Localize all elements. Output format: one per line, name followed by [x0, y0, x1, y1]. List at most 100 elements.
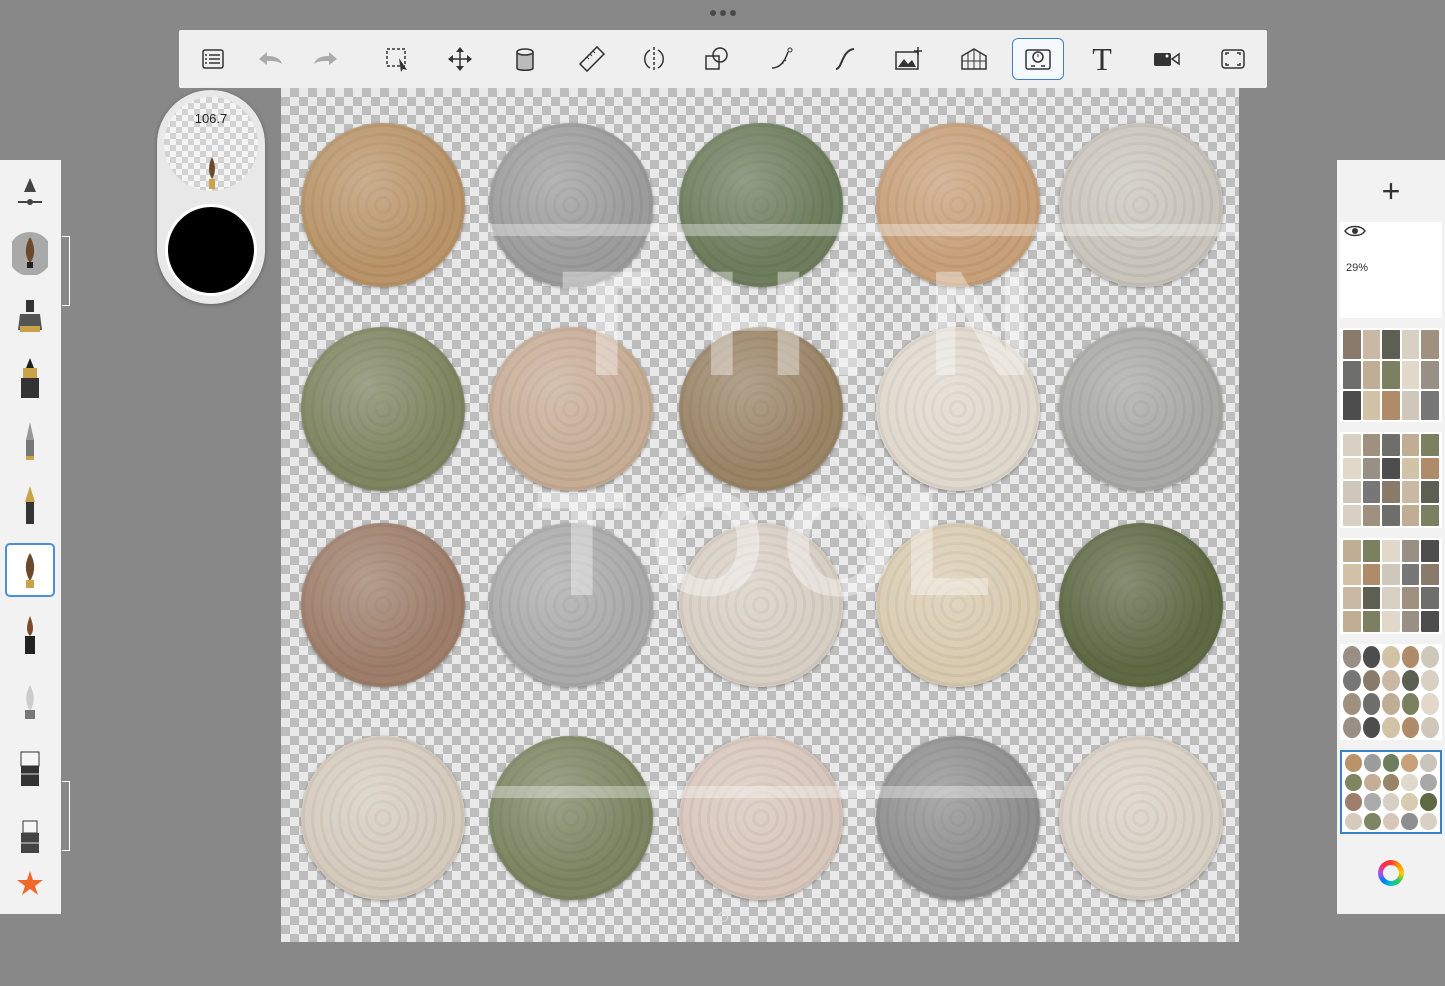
layer-thumb-cell [1382, 504, 1400, 526]
multitasking-dots[interactable] [706, 8, 740, 18]
rug-swatch [1059, 123, 1223, 287]
layer-thumb-cell [1343, 716, 1361, 738]
eye-icon[interactable] [1344, 224, 1366, 238]
layer-thumbnail[interactable] [1340, 644, 1442, 740]
layer-thumbnail[interactable] [1340, 432, 1442, 528]
page-indicator [718, 912, 728, 922]
layer-thumb-cell [1362, 610, 1381, 632]
rug-swatch [489, 736, 653, 900]
brush-puck[interactable]: 106.7 [157, 90, 265, 304]
layer-thumb-cell [1362, 457, 1381, 479]
layer-thumb-cell [1401, 330, 1420, 359]
layer-thumb-cell [1362, 587, 1381, 609]
text-icon[interactable]: T [1076, 38, 1128, 80]
layer-thumb-cell [1345, 754, 1362, 772]
layer-thumb-cell [1382, 793, 1400, 811]
layer-thumb-cell [1421, 391, 1439, 420]
layer-thumb-cell [1363, 773, 1381, 791]
symmetry-icon[interactable] [628, 38, 680, 80]
layer-thumbnail[interactable] [1340, 538, 1442, 634]
paintbrush-selected-icon[interactable] [5, 543, 55, 597]
curve-icon[interactable] [757, 38, 809, 80]
layer-thumb-cell [1421, 434, 1439, 456]
layer-thumb-cell [1401, 812, 1419, 830]
layer-thumb-cell [1362, 434, 1381, 456]
layer-thumb-cell [1401, 587, 1420, 609]
redo-icon[interactable] [300, 38, 352, 80]
layer-thumb-cell [1421, 360, 1439, 390]
layer-thumb-cell [1421, 504, 1439, 526]
layer-thumb-cell [1343, 330, 1361, 359]
layer-thumb-cell [1382, 391, 1400, 420]
top-toolbar: T [179, 30, 1267, 88]
eraser-tool-icon[interactable] [5, 740, 55, 794]
layer-thumb-cell [1420, 754, 1437, 772]
rug-swatch [1059, 327, 1223, 491]
eraser-alt-tool-icon[interactable] [5, 807, 55, 861]
layer-thumb-cell [1401, 504, 1420, 526]
layer-thumb-cell [1421, 457, 1439, 479]
layer-thumb-cell [1421, 481, 1439, 503]
brush-library-strip [0, 160, 61, 914]
smudge-tool-icon[interactable] [5, 673, 55, 727]
layer-thumb-cell [1362, 391, 1381, 420]
layer-thumb-cell [1362, 330, 1381, 359]
layer-thumb-cell [1362, 646, 1381, 668]
shapes-icon[interactable] [690, 38, 742, 80]
layer-panel: + 29% [1337, 160, 1445, 914]
layer-thumb-cell [1421, 330, 1439, 359]
layer-thumb-cell [1343, 434, 1361, 456]
layer-thumb-cell [1382, 773, 1400, 791]
layer-thumb-cell [1401, 669, 1420, 691]
color-wheel-icon[interactable] [1378, 860, 1404, 886]
watermark-letter: N [926, 239, 1035, 407]
transform-icon[interactable] [434, 38, 486, 80]
paintbrush-tool-icon[interactable] [5, 225, 55, 279]
ruler-icon[interactable] [566, 38, 618, 80]
watermark-letter: T [536, 459, 628, 627]
layer-thumb-cell [1362, 540, 1381, 562]
import-image-icon[interactable] [882, 38, 934, 80]
selection-icon[interactable] [372, 38, 424, 80]
layer-thumbnail[interactable] [1340, 328, 1442, 422]
perspective-icon[interactable] [948, 38, 1000, 80]
layer-thumb-cell [1382, 693, 1400, 715]
pencil-tool-icon[interactable] [5, 414, 55, 468]
list-icon[interactable] [187, 38, 239, 80]
undo-icon[interactable] [244, 38, 296, 80]
stroke-icon[interactable] [819, 38, 871, 80]
current-color-swatch[interactable] [165, 204, 257, 296]
pen-tool-icon[interactable] [5, 478, 55, 532]
star-favorites-icon[interactable] [5, 857, 55, 911]
layer-thumb-cell [1382, 754, 1400, 772]
fullscreen-icon[interactable] [1207, 38, 1259, 80]
layer-thumb-cell [1401, 610, 1420, 632]
layer-top[interactable]: 29% [1340, 222, 1442, 318]
video-icon[interactable] [1140, 38, 1192, 80]
drawing-canvas[interactable]: THIN TOOL [281, 88, 1239, 942]
ink-brush-tool-icon[interactable] [5, 608, 55, 662]
rug-swatch [1059, 736, 1223, 900]
layer-thumb-cell [1343, 693, 1361, 715]
brush-properties-icon[interactable] [5, 166, 55, 220]
layer-thumb-cell [1401, 646, 1420, 668]
layer-thumb-cell [1382, 434, 1400, 456]
rug-swatch [301, 123, 465, 287]
layer-thumb-cell [1401, 481, 1420, 503]
marker-tool-icon[interactable] [5, 350, 55, 404]
airbrush-tool-icon[interactable] [5, 288, 55, 342]
layer-thumb-cell [1343, 563, 1361, 585]
fill-icon[interactable] [499, 38, 551, 80]
layer-thumb-cell [1421, 646, 1439, 668]
layer-thumb-cell [1382, 457, 1400, 479]
brush-size-control[interactable]: 106.7 [164, 97, 258, 191]
group-bracket [62, 236, 70, 306]
time-lapse-icon[interactable] [1012, 38, 1064, 80]
layer-thumb-cell [1343, 610, 1361, 632]
layer-thumb-cell [1362, 360, 1381, 390]
layer-thumb-cell [1362, 563, 1381, 585]
layer-selected[interactable] [1340, 750, 1442, 834]
rug-swatch [1059, 523, 1223, 687]
add-layer-button[interactable]: + [1337, 160, 1445, 222]
layer-thumb-cell [1343, 504, 1361, 526]
